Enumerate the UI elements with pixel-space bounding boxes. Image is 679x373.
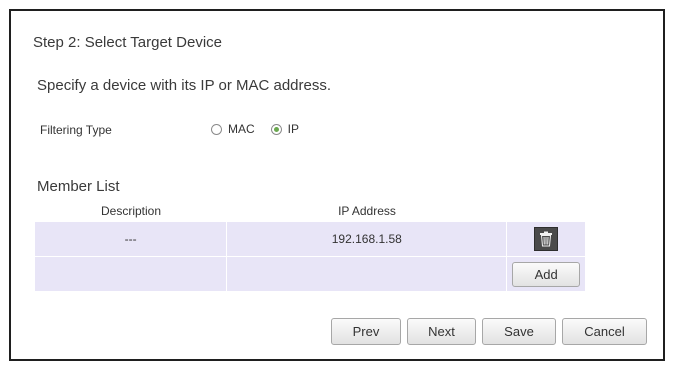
radio-mac[interactable] [211, 123, 222, 135]
member-list-title: Member List [37, 178, 120, 195]
cell-add-action: Add [507, 257, 585, 291]
cell-actions [507, 222, 585, 256]
column-header-description: Description [100, 204, 162, 218]
table-row: --- 192.168.1.58 [35, 222, 585, 256]
member-list-table: Description IP Address --- 192.168.1.58 [35, 204, 585, 292]
column-header-ip-address: IP Address [338, 204, 396, 218]
wizard-footer: Prev Next Save Cancel [331, 318, 653, 345]
cancel-button[interactable]: Cancel [562, 318, 647, 345]
table-row-add: Add [35, 257, 585, 291]
step-title: Step 2: Select Target Device [33, 34, 222, 51]
filtering-type-label: Filtering Type [40, 123, 112, 137]
radio-option-mac[interactable]: MAC [211, 122, 255, 136]
radio-ip-label[interactable]: IP [288, 122, 299, 136]
trash-icon[interactable] [534, 227, 559, 251]
wizard-panel: Step 2: Select Target Device Specify a d… [9, 9, 665, 361]
cell-empty-description [35, 257, 228, 291]
add-button[interactable]: Add [512, 261, 581, 287]
save-button[interactable]: Save [482, 318, 556, 345]
instruction-text: Specify a device with its IP or MAC addr… [37, 77, 332, 94]
next-button[interactable]: Next [407, 318, 476, 345]
cell-ip-address: 192.168.1.58 [227, 222, 508, 256]
prev-button[interactable]: Prev [331, 318, 401, 345]
cell-empty-ip [227, 257, 508, 291]
radio-ip[interactable] [270, 123, 282, 135]
radio-mac-label[interactable]: MAC [228, 122, 255, 136]
cell-description: --- [35, 222, 228, 256]
radio-option-ip[interactable]: IP [270, 122, 299, 136]
table-header: Description IP Address [35, 204, 585, 222]
filtering-type-radio-group: MAC IP [211, 122, 315, 136]
